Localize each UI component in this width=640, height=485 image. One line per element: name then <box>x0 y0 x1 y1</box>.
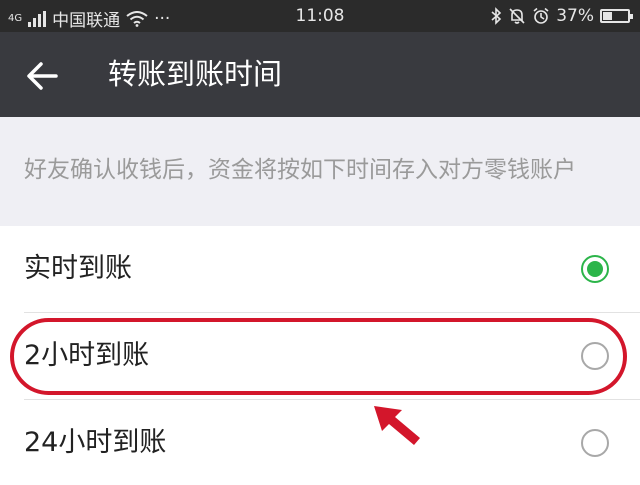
battery-icon <box>600 9 633 23</box>
alarm-icon <box>533 7 549 24</box>
option-label: 实时到账 <box>24 253 132 284</box>
highlight-ring <box>10 318 627 395</box>
mute-bell-icon <box>509 8 525 24</box>
option-24-hours[interactable]: 24小时到账 <box>0 400 640 485</box>
option-label: 24小时到账 <box>24 427 167 458</box>
option-realtime[interactable]: 实时到账 <box>0 226 640 312</box>
pointer-arrow-icon <box>374 406 420 445</box>
battery-level <box>603 12 612 20</box>
radio-unchecked-icon[interactable] <box>581 429 609 457</box>
battery-percent: 37% <box>556 6 594 26</box>
status-right: 37% <box>490 6 633 26</box>
bluetooth-icon <box>491 7 502 25</box>
page-title: 转账到账时间 <box>108 57 283 91</box>
back-arrow-icon[interactable] <box>22 54 66 98</box>
description-text: 好友确认收钱后，资金将按如下时间存入对方零钱账户 <box>24 157 576 183</box>
status-bar: 4G 中国联通 ··· 11:08 37% <box>0 0 640 32</box>
radio-checked-icon[interactable] <box>581 255 609 283</box>
nav-bar: 转账到账时间 <box>0 32 640 117</box>
